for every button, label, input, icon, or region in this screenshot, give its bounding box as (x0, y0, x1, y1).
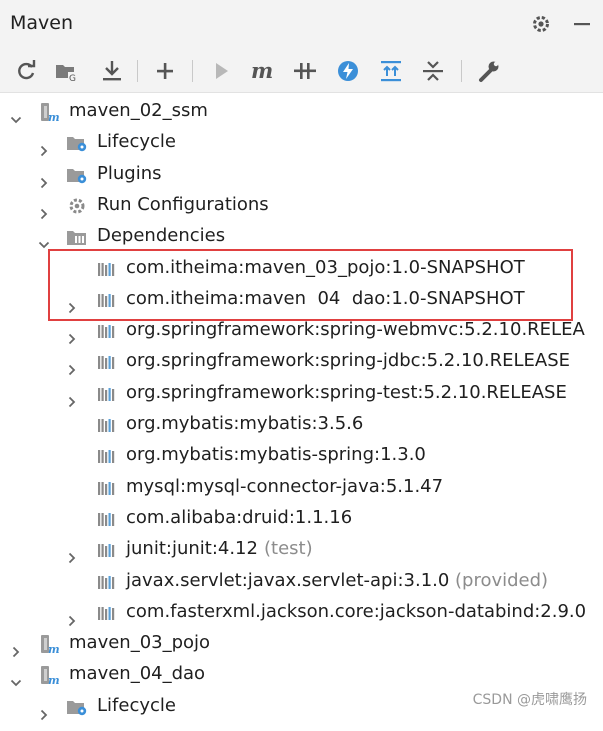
tree-node[interactable]: junit:junit:4.12 (test) (0, 533, 603, 564)
chevron-right-icon[interactable] (66, 606, 78, 626)
tree-node[interactable]: com.fasterxml.jackson.core:jackson-datab… (0, 596, 603, 627)
svg-text:G: G (69, 74, 76, 84)
tree-node-label: org.mybatis:mybatis-spring:1.3.0 (126, 444, 426, 466)
library-icon (96, 539, 118, 559)
run-configurations-gear-icon (66, 195, 88, 215)
library-icon (96, 414, 118, 434)
tree-node-label: Lifecycle (97, 131, 176, 153)
tree-node[interactable]: org.mybatis:mybatis-spring:1.3.0 (0, 439, 603, 470)
execute-goal-icon[interactable]: m (250, 58, 276, 84)
tree-node-label: Run Configurations (97, 193, 269, 215)
gear-icon[interactable] (530, 13, 552, 39)
tree-node-label: maven_02_ssm (69, 100, 208, 121)
tree-node-label: org.springframework:spring-test:5.2.10.R… (126, 381, 567, 403)
tree-node-label: Plugins (97, 162, 162, 184)
library-icon (96, 320, 118, 340)
scope-label: (provided) (455, 569, 549, 591)
chevron-right-icon[interactable] (66, 355, 78, 376)
run-icon[interactable] (208, 58, 234, 84)
tree-node[interactable]: m maven_04_dao (0, 658, 603, 689)
scope-label: (test) (264, 538, 313, 560)
chevron-right-icon[interactable] (38, 136, 50, 157)
tree-node[interactable]: Lifecycle (0, 126, 603, 157)
toggle-offline-icon[interactable] (292, 58, 318, 84)
svg-text:m: m (48, 111, 60, 122)
svg-text:m: m (251, 58, 273, 83)
library-icon (96, 602, 118, 622)
tree-node-label: junit:junit:4.12 (126, 538, 258, 560)
tree-node[interactable]: javax.servlet:javax.servlet-api:3.1.0 (pr… (0, 565, 603, 596)
chevron-right-icon[interactable] (66, 543, 78, 564)
chevron-right-icon[interactable] (66, 387, 78, 407)
lifecycle-folder-icon (66, 696, 88, 716)
tree-node[interactable]: mysql:mysql-connector-java:5.1.47 (0, 471, 603, 502)
tree-node[interactable]: com.alibaba:druid:1.1.16 (0, 502, 603, 533)
chevron-right-icon[interactable] (38, 168, 50, 188)
library-icon (96, 477, 118, 497)
settings-wrench-icon[interactable] (476, 58, 502, 84)
lifecycle-folder-icon (66, 132, 88, 152)
tree-node[interactable]: org.springframework:spring-test:5.2.10.R… (0, 377, 603, 408)
dependencies-folder-icon (66, 226, 88, 246)
tree-node[interactable]: m maven_02_ssm (0, 95, 603, 126)
maven-module-icon: m (38, 633, 60, 656)
add-icon[interactable] (152, 58, 178, 84)
library-icon (96, 508, 118, 528)
tree-node-label: Lifecycle (97, 694, 176, 716)
scope-wrapper: (provided) (455, 565, 548, 596)
plugins-folder-icon (66, 164, 88, 184)
maven-module-icon: m (38, 664, 60, 687)
highlight-box (48, 249, 573, 321)
chevron-right-icon[interactable] (38, 700, 50, 720)
tree-node[interactable]: Plugins (0, 158, 603, 189)
tree-node[interactable]: org.mybatis:mybatis:3.5.6 (0, 408, 603, 439)
tree-node-label: mysql:mysql-connector-java:5.1.47 (126, 475, 444, 497)
tree-node-label: com.alibaba:druid:1.1.16 (126, 506, 353, 528)
chevron-right-icon[interactable] (10, 637, 22, 658)
maven-tool-window-header: Maven (0, 0, 603, 50)
maven-toolbar: G m (0, 50, 603, 93)
maven-module-icon: m (38, 101, 60, 124)
tree-node[interactable]: org.springframework:spring-jdbc:5.2.10.R… (0, 345, 603, 376)
chevron-down-icon[interactable] (10, 668, 22, 687)
library-icon (96, 383, 118, 403)
scope-wrapper: (test) (264, 533, 313, 564)
tree-node-label: javax.servlet:javax.servlet-api:3.1.0 (126, 569, 450, 591)
tree-node-label: org.springframework:spring-jdbc:5.2.10.R… (126, 350, 570, 372)
tree-node[interactable]: m maven_03_pojo (0, 627, 603, 658)
tree-node-label: maven_03_pojo (69, 632, 211, 654)
download-icon[interactable] (99, 58, 125, 84)
library-icon (96, 445, 118, 465)
tree-node-label: Dependencies (97, 225, 226, 247)
chevron-down-icon[interactable] (10, 105, 22, 124)
tree-node-label: maven_04_dao (69, 663, 206, 685)
tree-node[interactable]: Run Configurations (0, 189, 603, 220)
chevron-down-icon[interactable] (38, 230, 50, 249)
watermark: CSDN @虎啸鹰扬 (472, 692, 587, 708)
skip-tests-icon[interactable] (335, 58, 361, 84)
tool-window-title: Maven (10, 12, 74, 34)
svg-text:m: m (48, 674, 60, 685)
chevron-right-icon[interactable] (66, 324, 78, 345)
tree-node-label: com.fasterxml.jackson.core:jackson-datab… (126, 600, 587, 622)
generate-sources-icon[interactable]: G (54, 58, 80, 84)
show-diagram-icon[interactable] (378, 58, 404, 84)
chevron-right-icon[interactable] (38, 199, 50, 220)
svg-text:m: m (48, 643, 60, 654)
tree-node[interactable]: Dependencies (0, 220, 603, 251)
minimize-icon[interactable] (572, 13, 592, 39)
reload-icon[interactable] (13, 58, 39, 84)
tree-node-label: org.mybatis:mybatis:3.5.6 (126, 413, 364, 434)
library-icon (96, 351, 118, 371)
collapse-all-icon[interactable] (420, 58, 446, 84)
library-icon (96, 571, 118, 591)
